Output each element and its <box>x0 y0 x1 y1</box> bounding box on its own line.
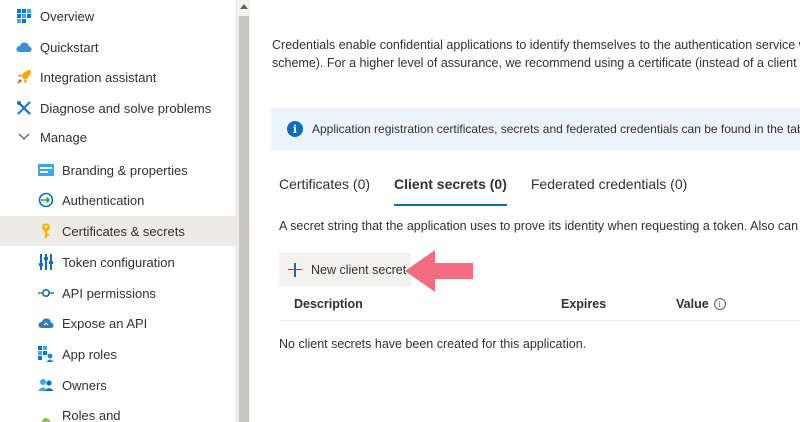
sidebar-item-integration-assistant[interactable]: Integration assistant <box>0 62 236 92</box>
sidebar-item-label: Owners <box>62 377 107 393</box>
grid-icon <box>16 8 32 24</box>
sidebar-item-label: Token configuration <box>62 254 175 270</box>
sidebar-item-app-roles[interactable]: App roles <box>0 339 236 369</box>
sidebar-item-label: Roles and <box>62 407 121 422</box>
sidebar-item-branding[interactable]: Branding & properties <box>0 155 236 185</box>
empty-state-message: No client secrets have been created for … <box>279 337 587 351</box>
sidebar-item-label: Quickstart <box>40 39 99 55</box>
sidebar-item-label: Diagnose and solve problems <box>40 100 212 116</box>
sidebar-item-label: Branding & properties <box>62 162 188 178</box>
info-banner: i Application registration certificates,… <box>271 108 800 150</box>
token-icon <box>38 254 54 270</box>
sidebar-item-label: Manage <box>40 129 87 145</box>
intro-line-2: scheme). For a higher level of assurance… <box>272 56 800 70</box>
sidebar-item-quickstart[interactable]: Quickstart <box>0 32 236 62</box>
column-header-value-label: Value <box>676 297 709 311</box>
authentication-icon <box>38 192 54 208</box>
client-secrets-description: A secret string that the application use… <box>279 219 799 233</box>
sidebar-item-label: Certificates & secrets <box>62 223 185 239</box>
sidebar-item-label: Authentication <box>62 192 145 208</box>
key-icon <box>38 223 54 239</box>
scroll-up-icon[interactable] <box>240 4 248 9</box>
new-client-secret-button[interactable]: New client secret <box>279 253 411 286</box>
secrets-table-header: Description Expires Value i <box>279 290 800 321</box>
sidebar-item-diagnose[interactable]: Diagnose and solve problems <box>0 93 236 123</box>
sidebar-item-certificates-secrets[interactable]: Certificates & secrets <box>0 216 236 246</box>
pointer-arrow-icon <box>405 250 473 292</box>
sidebar-item-authentication[interactable]: Authentication <box>0 185 236 215</box>
column-header-expires: Expires <box>561 297 607 311</box>
tab-client-secrets[interactable]: Client secrets (0) <box>394 176 507 206</box>
info-banner-text: Application registration certificates, s… <box>312 122 800 136</box>
sidebar-item-label: App roles <box>62 346 117 362</box>
column-header-description: Description <box>294 297 363 311</box>
roles-icon <box>38 407 54 422</box>
new-client-secret-label: New client secret <box>311 262 407 277</box>
sidebar-item-owners[interactable]: Owners <box>0 370 236 400</box>
info-circle-icon[interactable]: i <box>713 298 726 310</box>
sidebar-item-expose-api[interactable]: Expose an API <box>0 308 236 338</box>
sidebar-item-label: Integration assistant <box>40 69 157 85</box>
owners-icon <box>38 377 54 393</box>
main-content: Credentials enable confidential applicat… <box>250 0 800 422</box>
chevron-down-icon <box>16 129 32 145</box>
sidebar-group-manage[interactable]: Manage <box>0 122 236 152</box>
sidebar-item-overview[interactable]: Overview <box>0 1 236 31</box>
scroll-thumb[interactable] <box>239 16 249 422</box>
intro-line-1: Credentials enable confidential applicat… <box>272 38 800 52</box>
rocket-icon <box>16 69 32 85</box>
sidebar-item-roles[interactable]: Roles and <box>0 400 236 422</box>
app-roles-icon <box>38 346 54 362</box>
tab-federated-credentials[interactable]: Federated credentials (0) <box>531 176 687 206</box>
sidebar-item-label: Overview <box>40 8 95 24</box>
tab-certificates[interactable]: Certificates (0) <box>279 176 370 206</box>
sidebar-scrollbar[interactable] <box>236 0 250 422</box>
api-permissions-icon <box>38 285 54 301</box>
branding-icon <box>38 162 54 178</box>
sidebar-item-token-configuration[interactable]: Token configuration <box>0 247 236 277</box>
plus-icon <box>287 262 303 278</box>
cloud-icon <box>16 39 32 55</box>
sidebar: Overview Quickstart Integration assistan… <box>0 0 236 422</box>
column-header-value: Value i <box>676 297 726 311</box>
sidebar-item-label: API permissions <box>62 285 156 301</box>
wrench-icon <box>16 100 32 116</box>
sidebar-item-api-permissions[interactable]: API permissions <box>0 278 236 308</box>
cloud-api-icon <box>38 315 54 331</box>
tab-bar: Certificates (0) Client secrets (0) Fede… <box>279 176 711 206</box>
info-icon: i <box>287 121 303 137</box>
sidebar-item-label: Expose an API <box>62 315 148 331</box>
intro-text: Credentials enable confidential applicat… <box>272 36 800 72</box>
